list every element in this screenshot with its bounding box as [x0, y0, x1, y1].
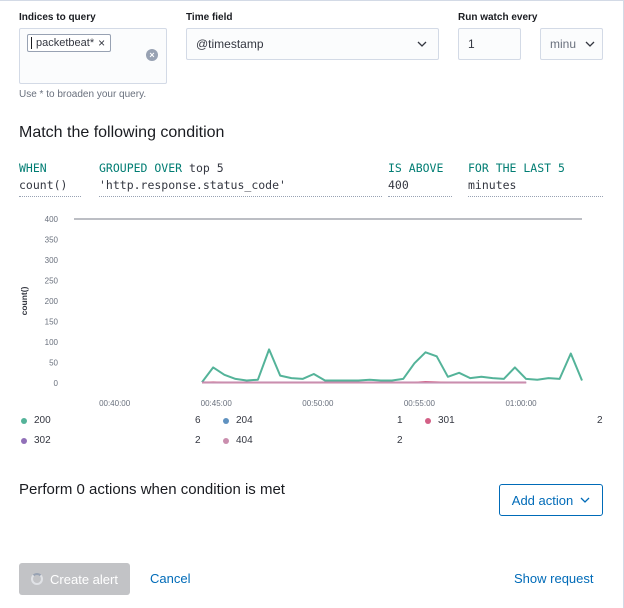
run-every-unit-select[interactable]: minu	[540, 28, 603, 60]
add-action-button[interactable]: Add action	[499, 484, 603, 516]
legend-item-200[interactable]: 200	[21, 415, 51, 426]
loading-spinner-icon	[31, 573, 44, 585]
time-field-label: Time field	[186, 12, 233, 23]
condition-chart: count() 400 350 300 250 200 150 100 50 0 00:40:00 0…	[19, 215, 583, 408]
run-every-input[interactable]: 1	[458, 28, 521, 60]
legend-item-404[interactable]: 404	[223, 435, 253, 446]
grouped-field: 'http.response.status_code'	[99, 178, 286, 192]
last-underline	[468, 196, 603, 197]
legend-value: 6	[195, 415, 201, 426]
chevron-down-icon	[417, 41, 427, 47]
create-alert-button[interactable]: Create alert	[19, 563, 130, 595]
series-line-200	[201, 348, 583, 383]
grouped-underline	[99, 196, 382, 197]
show-request-link[interactable]: Show request	[514, 571, 594, 586]
legend-dot-icon	[21, 417, 27, 424]
create-alert-label: Create alert	[50, 571, 118, 587]
legend-dot-icon	[223, 417, 229, 424]
last-value: minutes	[468, 178, 517, 192]
above-value: 400	[388, 178, 409, 192]
y-tick-label: 50	[49, 359, 58, 368]
legend-label: 404	[236, 435, 253, 446]
when-expression[interactable]: WHEN count()	[19, 160, 67, 194]
y-tick-label: 400	[45, 215, 59, 224]
x-tick-label: 00:40:00	[99, 399, 131, 408]
legend-value: 1	[397, 415, 403, 426]
top-border	[0, 0, 624, 1]
legend-label: 200	[34, 415, 51, 426]
index-pill-label: packetbeat*	[36, 37, 95, 49]
y-tick-label: 100	[45, 338, 59, 347]
pill-remove-icon[interactable]: ×	[98, 35, 105, 51]
clear-icon[interactable]: ×	[146, 49, 158, 61]
y-tick-label: 200	[45, 297, 59, 306]
last-expression[interactable]: FOR THE LAST 5 minutes	[468, 160, 565, 194]
when-value: count()	[19, 178, 68, 192]
legend-item-301[interactable]: 301	[425, 415, 455, 426]
above-underline	[388, 196, 452, 197]
grouped-expression[interactable]: GROUPED OVER top 5 'http.response.status…	[99, 160, 286, 194]
above-expression[interactable]: IS ABOVE 400	[388, 160, 443, 194]
y-tick-label: 250	[45, 277, 59, 286]
run-every-value: 1	[468, 37, 475, 51]
when-underline	[19, 196, 81, 197]
x-tick-label: 00:55:00	[404, 399, 436, 408]
y-tick-label: 0	[54, 379, 59, 388]
legend-dot-icon	[21, 437, 27, 444]
indices-helper-text: Use * to broaden your query.	[19, 89, 147, 100]
run-every-label: Run watch every	[458, 12, 538, 23]
legend-item-204[interactable]: 204	[223, 415, 253, 426]
add-action-label: Add action	[511, 492, 574, 508]
legend-value: 2	[195, 435, 201, 446]
chevron-down-icon	[582, 39, 596, 49]
actions-summary: Perform 0 actions when condition is met	[19, 481, 285, 498]
above-label: IS ABOVE	[388, 161, 444, 175]
y-tick-label: 350	[45, 236, 59, 245]
condition-title: Match the following condition	[19, 124, 225, 141]
legend-dot-icon	[425, 417, 431, 424]
legend-item-302[interactable]: 302	[21, 435, 51, 446]
index-pill: packetbeat* ×	[27, 34, 112, 52]
time-field-value: @timestamp	[196, 37, 264, 51]
legend-value: 2	[597, 415, 603, 426]
cancel-link[interactable]: Cancel	[150, 571, 190, 586]
indices-label: Indices to query	[19, 12, 96, 23]
run-every-unit: minu	[550, 37, 577, 51]
grouped-top: top 5	[189, 161, 224, 175]
legend-label: 204	[236, 415, 253, 426]
legend-label: 301	[438, 415, 455, 426]
x-tick-label: 01:00:00	[505, 399, 537, 408]
y-axis-label: count()	[19, 286, 29, 315]
chevron-down-icon	[580, 497, 590, 503]
text-cursor	[31, 37, 32, 49]
when-label: WHEN	[19, 161, 47, 175]
y-tick-label: 150	[45, 318, 59, 327]
legend-value: 2	[397, 435, 403, 446]
indices-combobox[interactable]: packetbeat* × ×	[19, 28, 167, 84]
x-tick-label: 00:45:00	[201, 399, 233, 408]
y-tick-label: 300	[45, 256, 59, 265]
legend-dot-icon	[223, 437, 229, 444]
grouped-label: GROUPED OVER	[99, 161, 183, 175]
legend-label: 302	[34, 435, 51, 446]
x-tick-label: 00:50:00	[302, 399, 334, 408]
last-label: FOR THE LAST 5	[468, 161, 565, 175]
time-field-select[interactable]: @timestamp	[186, 28, 439, 60]
